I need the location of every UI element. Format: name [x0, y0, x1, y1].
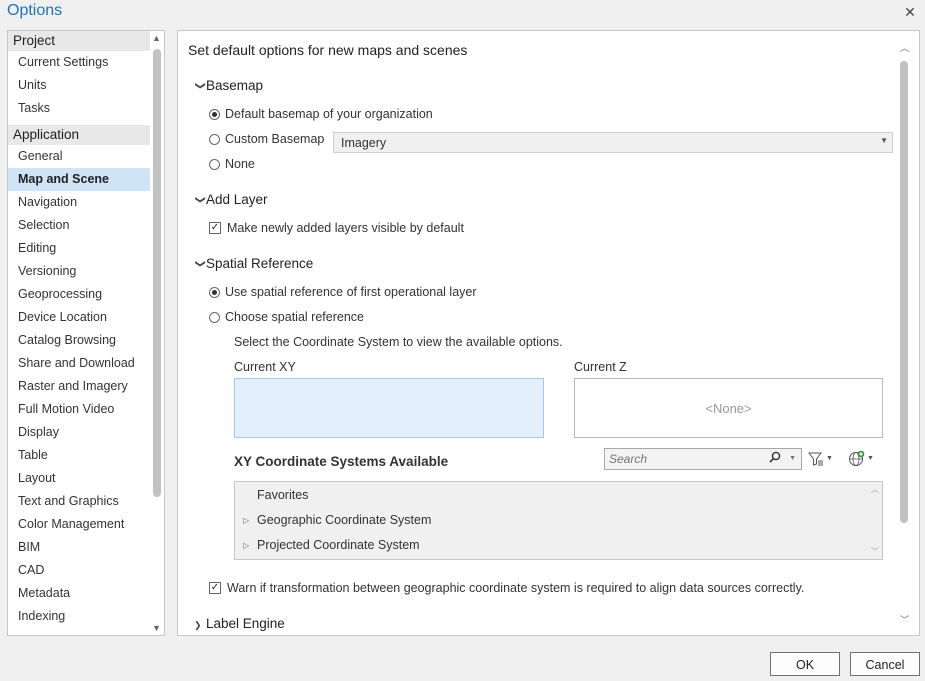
nav-item-selection[interactable]: Selection	[8, 214, 151, 237]
nav-item-navigation[interactable]: Navigation	[8, 191, 151, 214]
visible-by-default-label: Make newly added layers visible by defau…	[227, 221, 464, 235]
current-z-label: Current Z	[574, 360, 627, 374]
radio-custom-basemap[interactable]	[209, 134, 220, 145]
nav-item-cad[interactable]: CAD	[8, 559, 151, 582]
nav-item-text-and-graphics[interactable]: Text and Graphics	[8, 490, 151, 513]
coordinate-search[interactable]: ▼	[604, 448, 802, 470]
radio-choose-sr-label: Choose spatial reference	[225, 310, 364, 324]
caret-down-icon: ▼	[867, 454, 874, 462]
section-add-layer[interactable]: ❯Add Layer	[194, 192, 268, 207]
section-label-engine-title: Label Engine	[206, 616, 285, 631]
nav-group-application: Application	[8, 125, 151, 145]
page-heading: Set default options for new maps and sce…	[188, 42, 468, 58]
nav-item-general[interactable]: General	[8, 145, 151, 168]
radio-first-layer-sr[interactable]	[209, 287, 220, 298]
section-spatial-reference[interactable]: ❯Spatial Reference	[194, 256, 314, 271]
section-basemap-title: Basemap	[206, 78, 264, 93]
caret-down-icon: ▼	[880, 136, 888, 145]
expand-icon[interactable]: ▷	[243, 541, 249, 550]
close-icon[interactable]: ✕	[901, 3, 919, 21]
expand-icon[interactable]: ▷	[243, 516, 249, 525]
nav-item-versioning[interactable]: Versioning	[8, 260, 151, 283]
chevron-down-icon: ❯	[194, 81, 206, 90]
globe-add-icon	[849, 450, 865, 467]
nav-scrollbar[interactable]: ▲ ▼	[150, 31, 164, 635]
nav-item-catalog-browsing[interactable]: Catalog Browsing	[8, 329, 151, 352]
main-scrollbar[interactable]: ︿ ﹀	[897, 41, 911, 626]
add-coordinate-system-button[interactable]: ▼	[848, 448, 882, 468]
visible-by-default-checkbox[interactable]: ✓	[209, 222, 221, 234]
scroll-down-icon[interactable]: ﹀	[900, 613, 909, 626]
section-label-engine[interactable]: ❯ Label Engine	[194, 616, 285, 631]
nav-group-project: Project	[8, 31, 151, 51]
coordinate-system-tree: Favorites ▷ Geographic Coordinate System…	[234, 481, 883, 560]
nav-item-display[interactable]: Display	[8, 421, 151, 444]
current-xy-box[interactable]	[234, 378, 544, 438]
nav-item-tasks[interactable]: Tasks	[8, 97, 151, 120]
scroll-up-icon[interactable]: ︿	[900, 41, 909, 54]
cancel-button[interactable]: Cancel	[850, 652, 920, 676]
xy-systems-title: XY Coordinate Systems Available	[234, 454, 449, 469]
radio-choose-sr[interactable]	[209, 312, 220, 323]
chevron-down-icon: ❯	[194, 195, 206, 204]
options-nav: Project Current Settings Units Tasks App…	[7, 30, 165, 636]
scroll-up-icon[interactable]: ︿	[871, 484, 879, 495]
options-panel: Set default options for new maps and sce…	[177, 30, 920, 636]
current-z-box[interactable]: <None>	[574, 378, 883, 438]
tree-item-projected[interactable]: Projected Coordinate System	[257, 538, 420, 552]
current-xy-label: Current XY	[234, 360, 296, 374]
window-title: Options	[7, 2, 63, 19]
chevron-right-icon: ❯	[194, 620, 202, 630]
nav-item-layout[interactable]: Layout	[8, 467, 151, 490]
scroll-up-icon[interactable]: ▲	[152, 33, 161, 43]
warn-transformation-label: Warn if transformation between geographi…	[227, 581, 805, 595]
title-bar: Options ✕	[0, 0, 925, 26]
filter-button[interactable]: ▼	[808, 448, 842, 468]
nav-scroll-thumb[interactable]	[153, 49, 161, 497]
main-scroll-thumb[interactable]	[900, 61, 908, 523]
nav-item-current-settings[interactable]: Current Settings	[8, 51, 151, 74]
nav-item-units[interactable]: Units	[8, 74, 151, 97]
tree-item-favorites[interactable]: Favorites	[257, 488, 308, 502]
radio-no-basemap[interactable]	[209, 159, 220, 170]
chevron-down-icon[interactable]: ▼	[789, 455, 796, 462]
section-add-layer-title: Add Layer	[206, 192, 268, 207]
radio-no-basemap-label: None	[225, 157, 255, 171]
nav-item-color-management[interactable]: Color Management	[8, 513, 151, 536]
tree-item-geographic[interactable]: Geographic Coordinate System	[257, 513, 431, 527]
nav-item-editing[interactable]: Editing	[8, 237, 151, 260]
nav-item-raster-and-imagery[interactable]: Raster and Imagery	[8, 375, 151, 398]
radio-default-basemap[interactable]	[209, 109, 220, 120]
warn-transformation-checkbox[interactable]: ✓	[209, 582, 221, 594]
section-basemap[interactable]: ❯Basemap	[194, 78, 264, 93]
ok-button[interactable]: OK	[770, 652, 840, 676]
radio-custom-basemap-label: Custom Basemap	[225, 132, 325, 146]
radio-default-basemap-label: Default basemap of your organization	[225, 107, 433, 121]
nav-item-device-location[interactable]: Device Location	[8, 306, 151, 329]
caret-down-icon: ▼	[826, 454, 833, 462]
search-icon[interactable]	[769, 451, 781, 466]
custom-basemap-value: Imagery	[341, 136, 387, 150]
chevron-down-icon: ❯	[194, 259, 206, 268]
nav-item-table[interactable]: Table	[8, 444, 151, 467]
scroll-down-icon[interactable]: ▼	[152, 623, 161, 633]
nav-item-full-motion-video[interactable]: Full Motion Video	[8, 398, 151, 421]
custom-basemap-select[interactable]: Imagery ▼	[333, 132, 893, 153]
current-z-value: <None>	[705, 401, 752, 416]
filter-icon	[808, 452, 823, 466]
nav-item-share-and-download[interactable]: Share and Download	[8, 352, 151, 375]
nav-item-map-and-scene[interactable]: Map and Scene	[8, 168, 151, 191]
radio-first-layer-sr-label: Use spatial reference of first operation…	[225, 285, 477, 299]
nav-item-indexing[interactable]: Indexing	[8, 605, 151, 628]
scroll-down-icon[interactable]: ﹀	[871, 546, 879, 557]
nav-item-metadata[interactable]: Metadata	[8, 582, 151, 605]
search-input[interactable]	[609, 451, 759, 467]
nav-item-bim[interactable]: BIM	[8, 536, 151, 559]
coordinate-system-hint: Select the Coordinate System to view the…	[234, 335, 563, 349]
section-spatial-reference-title: Spatial Reference	[206, 256, 314, 271]
nav-item-geoprocessing[interactable]: Geoprocessing	[8, 283, 151, 306]
